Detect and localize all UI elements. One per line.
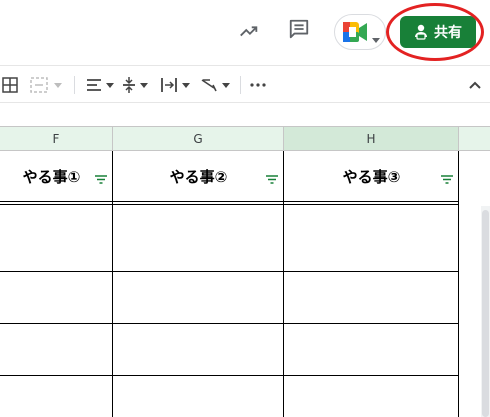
toolbar-divider (74, 76, 75, 94)
column-letter: F (52, 131, 60, 146)
cell-text: やる事② (169, 167, 228, 186)
column-header-row: F G H (0, 126, 490, 151)
sheet-grid: やる事① やる事② やる事③ (0, 151, 490, 417)
column-header-f[interactable]: F (0, 126, 113, 151)
column-header-i[interactable] (459, 126, 490, 151)
cell-text: やる事③ (342, 167, 401, 186)
cell-h-row3[interactable] (284, 324, 458, 375)
column-header-h[interactable]: H (284, 126, 459, 151)
chevron-down-icon (372, 29, 380, 48)
header-cell-g[interactable]: やる事② (113, 151, 284, 201)
cell-f-row4[interactable] (0, 376, 112, 417)
header-cell-f[interactable]: やる事① (0, 151, 113, 201)
grid-line (0, 323, 459, 324)
horizontal-align-button[interactable] (86, 74, 114, 96)
scrollbar-thumb[interactable] (482, 210, 489, 417)
chevron-down-icon (222, 82, 230, 88)
vertical-scrollbar[interactable] (481, 206, 490, 417)
toolbar-divider (240, 76, 241, 94)
text-wrap-icon (160, 77, 178, 93)
more-horiz-icon (250, 83, 266, 87)
annotation-ellipse (386, 3, 484, 61)
grid-line (0, 204, 459, 205)
cell-h-row2[interactable] (284, 272, 458, 323)
comment-icon (288, 18, 310, 44)
cell-g-row2[interactable] (113, 272, 283, 323)
grid-line (0, 201, 459, 202)
grid-line (283, 151, 284, 417)
filter-icon[interactable] (95, 170, 107, 188)
cell-g-row4[interactable] (113, 376, 283, 417)
cell-h-row1[interactable] (284, 204, 458, 271)
grid-line (458, 151, 459, 417)
text-wrapping-button[interactable] (160, 74, 190, 96)
collapse-toolbar-button[interactable] (469, 74, 481, 96)
borders-icon (2, 77, 18, 93)
cell-f-row3[interactable] (0, 324, 112, 375)
cell-text: やる事① (22, 167, 81, 186)
merge-icon (30, 77, 48, 93)
top-bar: 共有 (0, 0, 490, 64)
column-letter: G (193, 131, 203, 146)
cell-h-row4[interactable] (284, 376, 458, 417)
cell-f-row1[interactable] (0, 204, 112, 271)
text-rotation-icon (200, 77, 218, 93)
cell-f-row2[interactable] (0, 272, 112, 323)
activity-dashboard-button[interactable] (234, 18, 264, 48)
chevron-up-icon (469, 81, 481, 89)
column-header-g[interactable]: G (113, 126, 284, 151)
more-options-button[interactable] (250, 74, 266, 96)
formatting-toolbar (0, 65, 490, 103)
trend-icon (238, 20, 260, 46)
chevron-down-icon (106, 82, 114, 88)
comments-button[interactable] (284, 16, 314, 46)
filter-icon[interactable] (441, 170, 453, 188)
column-letter: H (366, 131, 376, 146)
filter-icon[interactable] (266, 170, 278, 188)
header-cell-h[interactable]: やる事③ (284, 151, 459, 201)
text-rotation-button[interactable] (200, 74, 230, 96)
chevron-down-icon (54, 82, 62, 88)
align-icon (86, 78, 102, 92)
chevron-down-icon (140, 82, 148, 88)
vertical-align-button[interactable] (122, 74, 148, 96)
grid-line (112, 151, 113, 417)
merge-cells-button[interactable] (30, 74, 62, 96)
cell-g-row3[interactable] (113, 324, 283, 375)
cell-g-row1[interactable] (113, 204, 283, 271)
meet-icon (343, 22, 367, 46)
grid-line (0, 271, 459, 272)
vertical-align-icon (122, 76, 136, 94)
chevron-down-icon (182, 82, 190, 88)
meet-button[interactable] (334, 14, 386, 50)
borders-button[interactable] (2, 74, 18, 96)
grid-line (0, 375, 459, 376)
